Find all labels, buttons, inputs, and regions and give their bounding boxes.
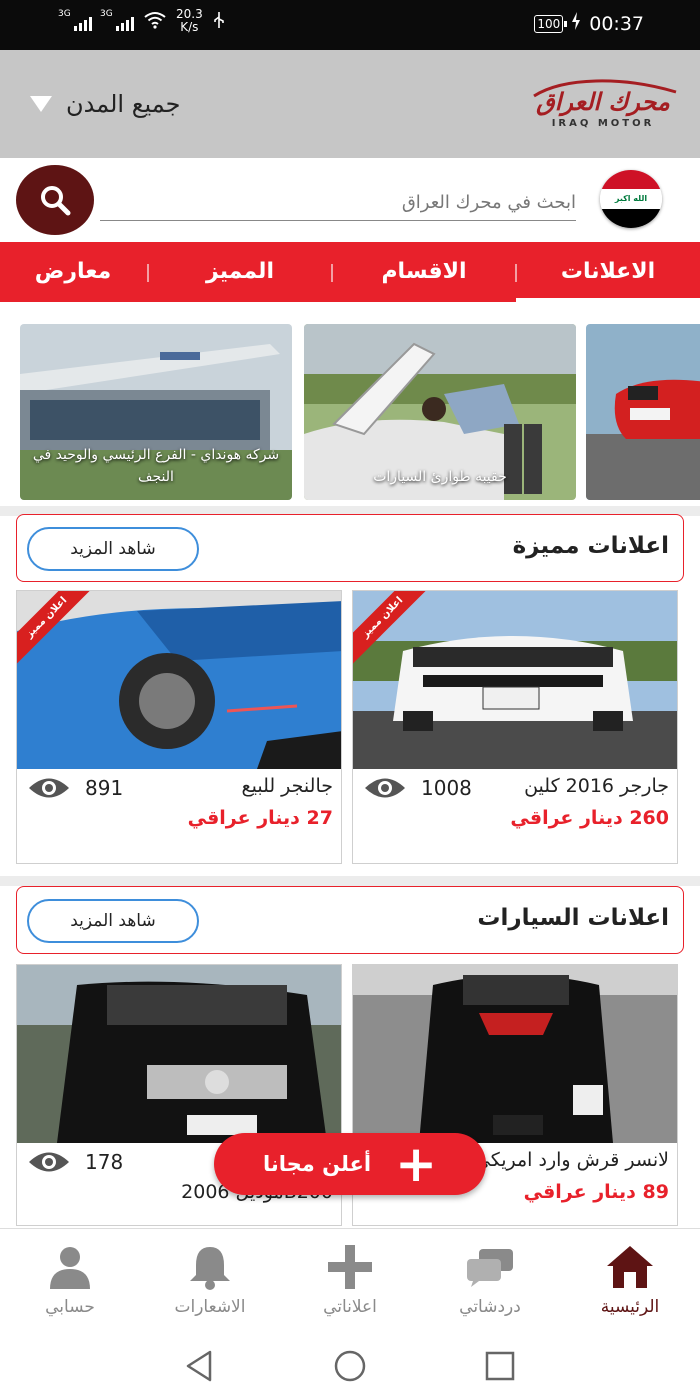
tab-featured[interactable]: المميز (150, 242, 330, 302)
back-icon[interactable] (182, 1348, 218, 1384)
tab-divider (331, 264, 333, 282)
section-divider (0, 876, 700, 886)
ad-views: 891 (27, 775, 123, 801)
search-input[interactable] (100, 185, 576, 221)
city-dropdown-label: جميع المدن (66, 90, 181, 118)
plus-icon (290, 1243, 410, 1291)
ad-views-count: 1008 (421, 776, 472, 800)
featured-ads-title: اعلانات مميزة (512, 533, 669, 559)
logo-subtitle: IRAQ MOTOR (551, 118, 655, 129)
tab-showrooms[interactable]: معارض (0, 242, 146, 302)
carousel-slide[interactable]: شركه هونداي - الفرع الرئيسي والوحيد في ا… (20, 324, 292, 500)
cars-see-more-button[interactable]: شاهد المزيد (27, 899, 199, 943)
ad-price: 89 دينار عراقي (523, 1181, 669, 1203)
featured-ad-card[interactable]: اعلان مميز جالنجر للبيع 891 27 دينار عرا… (16, 590, 342, 864)
white-charger-photo (353, 591, 677, 769)
wifi-icon (144, 11, 166, 32)
nav-account-label: حسابي (45, 1297, 95, 1317)
nav-home-label: الرئيسية (600, 1297, 660, 1317)
carousel-slide[interactable] (586, 324, 700, 500)
usb-icon (213, 11, 225, 32)
battery-icon: 100 (534, 14, 568, 33)
chat-icon (430, 1243, 550, 1291)
home-circle-icon[interactable] (332, 1348, 368, 1384)
ad-title: جالنجر للبيع (241, 775, 333, 797)
post-ad-free-button[interactable]: أعلن مجانا + (214, 1133, 486, 1195)
nav-my-ads-label: اعلاناتي (323, 1297, 377, 1317)
nav-account[interactable]: حسابي (10, 1243, 130, 1317)
featured-see-more-button[interactable]: شاهد المزيد (27, 527, 199, 571)
ad-photo: اعلان مميز (353, 591, 677, 769)
iraq-flag-icon[interactable]: الله اكبر (600, 170, 662, 228)
post-ad-label: أعلن مجانا (262, 1152, 372, 1176)
status-left: 3G 3G 20.3 K/s (58, 8, 225, 34)
ad-price: 27 دينار عراقي (187, 807, 333, 829)
tab-ads[interactable]: الاعلانات (516, 242, 700, 302)
car-ads-header: اعلانات السيارات شاهد المزيد (16, 886, 684, 954)
dropdown-arrow-icon (30, 96, 52, 112)
active-tab-indicator (516, 298, 700, 302)
net-speed-unit: K/s (180, 20, 199, 34)
blue-challenger-photo (17, 591, 341, 769)
red-car-photo (586, 324, 700, 500)
eye-icon (29, 778, 69, 798)
clock: 00:37 (589, 12, 644, 35)
ad-views: 178 (27, 1149, 123, 1175)
nav-notifications[interactable]: الاشعارات (150, 1243, 270, 1317)
nav-my-ads[interactable]: اعلاناتي (290, 1243, 410, 1317)
featured-ads-header: اعلانات مميزة شاهد المزيد (16, 514, 684, 582)
ad-title: لانسر قرش وارد امريكي (474, 1149, 669, 1171)
carousel-caption: حقيبه طوارئ السيارات (373, 469, 507, 485)
ad-views-count: 891 (85, 776, 124, 800)
eye-icon (29, 1152, 69, 1172)
plus-icon: + (395, 1135, 438, 1193)
iraq-motor-logo: محرك العراق IRAQ MOTOR (526, 78, 680, 134)
tab-divider (515, 264, 517, 282)
signal-2-label: 3G (100, 9, 113, 19)
search-button[interactable] (16, 165, 94, 235)
ad-views-count: 178 (85, 1150, 124, 1174)
bottom-navigation: الرئيسية دردشاتي اعلاناتي الاشعارات حساب… (0, 1228, 700, 1330)
recents-icon[interactable] (482, 1348, 518, 1384)
black-mercedes-photo (17, 965, 341, 1143)
carousel-slide[interactable]: حقيبه طوارئ السيارات (304, 324, 576, 500)
ad-views: 1008 (363, 775, 472, 801)
carousel-caption: شركه هونداي - الفرع الرئيسي والوحيد في ا… (32, 447, 280, 485)
signal-2-icon: 3G (100, 9, 134, 31)
home-icon (570, 1243, 690, 1291)
featured-ad-card[interactable]: اعلان مميز جارجر 2016 كلين 1008 260 دينا… (352, 590, 678, 864)
nav-chats-label: دردشاتي (459, 1297, 521, 1317)
nav-notifications-label: الاشعارات (174, 1297, 246, 1317)
banner-carousel[interactable]: حقيبه طوارئ السيارات شركه هونداي - الفرع… (0, 318, 700, 508)
charging-icon (571, 12, 581, 35)
nav-home[interactable]: الرئيسية (570, 1243, 690, 1317)
user-icon (10, 1243, 130, 1291)
flag-text: الله اكبر (600, 189, 662, 209)
ad-price: 260 دينار عراقي (510, 807, 669, 829)
ad-photo: اعلان مميز (17, 591, 341, 769)
signal-1-icon: 3G (58, 9, 92, 31)
ad-title: جارجر 2016 كلين (524, 775, 669, 797)
ad-photo (17, 965, 341, 1143)
tab-bar: الاعلانات الاقسام المميز معارض (0, 242, 700, 302)
status-right: 100 00:37 (534, 12, 644, 35)
logo-text: محرك العراق (536, 88, 670, 116)
system-navigation-bar (0, 1330, 700, 1400)
search-icon (41, 186, 71, 216)
status-bar: 3G 3G 20.3 K/s 100 00:37 (0, 0, 700, 50)
black-lancer-photo (353, 965, 677, 1143)
ad-photo (353, 965, 677, 1143)
tab-divider (147, 264, 149, 282)
signal-1-label: 3G (58, 9, 71, 19)
tab-categories[interactable]: الاقسام (334, 242, 514, 302)
net-speed: 20.3 K/s (176, 8, 203, 34)
car-ads-title: اعلانات السيارات (477, 905, 669, 931)
city-dropdown[interactable]: جميع المدن (30, 90, 180, 118)
nav-chats[interactable]: دردشاتي (430, 1243, 550, 1317)
bell-icon (150, 1243, 270, 1291)
eye-icon (365, 778, 405, 798)
